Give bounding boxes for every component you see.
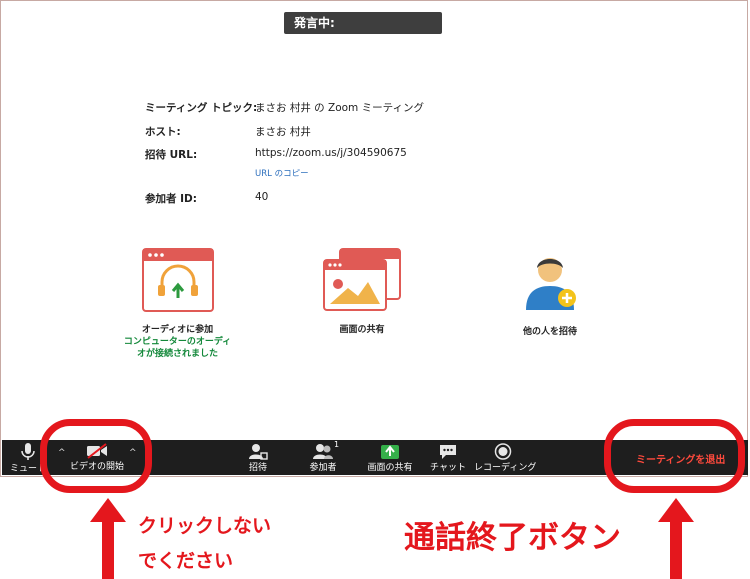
up-arrow-right-icon: [658, 498, 694, 579]
invite-person-icon: [249, 444, 268, 460]
copy-url-link[interactable]: URL のコピー: [255, 167, 309, 179]
end-call-note: 通話終了ボタン: [404, 520, 621, 556]
chat-icon: [440, 445, 456, 459]
host-value: まさお 村井: [255, 126, 311, 138]
add-person-icon: [526, 258, 576, 310]
up-arrow-left-icon: [90, 498, 126, 579]
record-label: レコーディング: [474, 463, 537, 473]
share-screen-icon: [323, 248, 401, 311]
share-screen-button[interactable]: 画面の共有: [364, 440, 416, 475]
share-screen-action[interactable]: 画面の共有: [312, 248, 412, 335]
speaking-indicator: 発言中:: [284, 12, 442, 34]
topic-label: ミーティング トピック:: [145, 102, 258, 114]
chat-label: チャット: [430, 463, 466, 473]
share-screen-toolbar-label: 画面の共有: [367, 463, 413, 473]
invite-url-value: https://zoom.us/j/304590675: [255, 147, 407, 159]
audio-connected-status: コンピューターのオーディオが接続されました: [123, 337, 232, 359]
join-audio-action[interactable]: オーディオに参加 コンピューターのオーディオが接続されました: [120, 248, 235, 360]
participants-label: 参加者: [309, 463, 337, 473]
do-not-click-note-line2: でください: [138, 550, 234, 572]
headset-icon: [141, 248, 214, 312]
invite-button[interactable]: 招待: [240, 440, 276, 475]
share-upload-icon: [381, 445, 399, 459]
join-audio-label: オーディオに参加: [141, 325, 214, 335]
topic-value: まさお 村井 の Zoom ミーティング: [255, 102, 424, 114]
record-button[interactable]: レコーディング: [474, 440, 537, 475]
chat-button[interactable]: チャット: [430, 440, 466, 475]
participant-id-value: 40: [255, 191, 269, 203]
record-icon: [494, 443, 512, 460]
participants-button[interactable]: 1 参加者: [302, 440, 344, 475]
invite-label: 招待: [248, 463, 267, 473]
participants-icon: [313, 444, 333, 459]
leave-button-highlight: [604, 419, 745, 493]
invite-others-action[interactable]: 他の人を招待: [500, 248, 600, 337]
participant-id-label: 参加者 ID:: [145, 193, 197, 205]
invite-url-label: 招待 URL:: [145, 149, 198, 161]
do-not-click-note-line1: クリックしない: [138, 515, 272, 537]
share-screen-label: 画面の共有: [339, 325, 385, 335]
invite-others-label: 他の人を招待: [522, 327, 577, 337]
host-label: ホスト:: [145, 126, 181, 138]
microphone-icon: [21, 443, 35, 460]
participants-count-badge: 1: [334, 440, 340, 449]
video-button-highlight: [40, 419, 152, 493]
meeting-window: [0, 0, 748, 477]
